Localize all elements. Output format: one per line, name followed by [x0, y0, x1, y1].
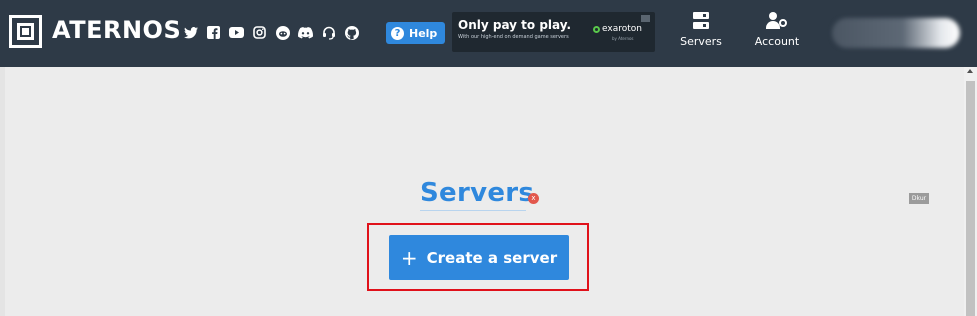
nav-account-label: Account: [754, 35, 800, 48]
brand-name[interactable]: ATERNOS: [52, 16, 181, 44]
page-scrollbar[interactable]: [964, 67, 977, 316]
ad-subtitle: With our high-end on demand game servers: [458, 34, 569, 40]
help-button[interactable]: ? Help: [386, 22, 446, 44]
twitter-icon[interactable]: [182, 24, 199, 41]
ad-title: Only pay to play.: [458, 18, 572, 32]
ad-brand: exaroton: [593, 24, 642, 34]
account-gear-icon: [766, 12, 788, 29]
social-links: [182, 24, 360, 42]
create-server-label: Create a server: [426, 248, 558, 267]
ad-close-icon[interactable]: [641, 15, 650, 22]
help-question-icon: ?: [391, 26, 404, 40]
discord-icon[interactable]: [297, 24, 314, 41]
top-header: ATERNOS ? Help Only pay to play. With ou…: [0, 0, 977, 67]
close-badge-icon[interactable]: x: [528, 193, 539, 204]
github-icon[interactable]: [343, 24, 360, 41]
title-underline: [420, 210, 526, 211]
nav-servers[interactable]: Servers: [678, 10, 724, 60]
nav-servers-label: Servers: [680, 35, 722, 48]
scroll-thumb[interactable]: [966, 81, 975, 316]
user-profile-blurred[interactable]: [832, 18, 960, 48]
left-edge: [0, 67, 5, 316]
instagram-icon[interactable]: [251, 24, 268, 41]
exaroton-logo-icon: [593, 25, 600, 33]
aternos-logo-icon[interactable]: [9, 15, 42, 48]
facebook-icon[interactable]: [205, 24, 222, 41]
help-label: Help: [409, 26, 438, 40]
create-server-button[interactable]: + Create a server: [389, 235, 569, 280]
nav-account[interactable]: Account: [749, 10, 805, 60]
server-icon: [693, 12, 709, 29]
support-icon[interactable]: [320, 24, 337, 41]
exaroton-ad-banner[interactable]: Only pay to play. With our high-end on d…: [452, 12, 655, 52]
youtube-icon[interactable]: [228, 24, 245, 41]
plus-icon: +: [400, 245, 418, 270]
ad-brand-label: exaroton: [602, 24, 642, 34]
reddit-icon[interactable]: [274, 24, 291, 41]
scroll-up-icon[interactable]: [967, 69, 973, 73]
ad-brand-sub: by Aternos: [612, 36, 634, 41]
dim-tag[interactable]: Dkur: [909, 193, 929, 204]
page-title: Servers: [420, 178, 535, 208]
